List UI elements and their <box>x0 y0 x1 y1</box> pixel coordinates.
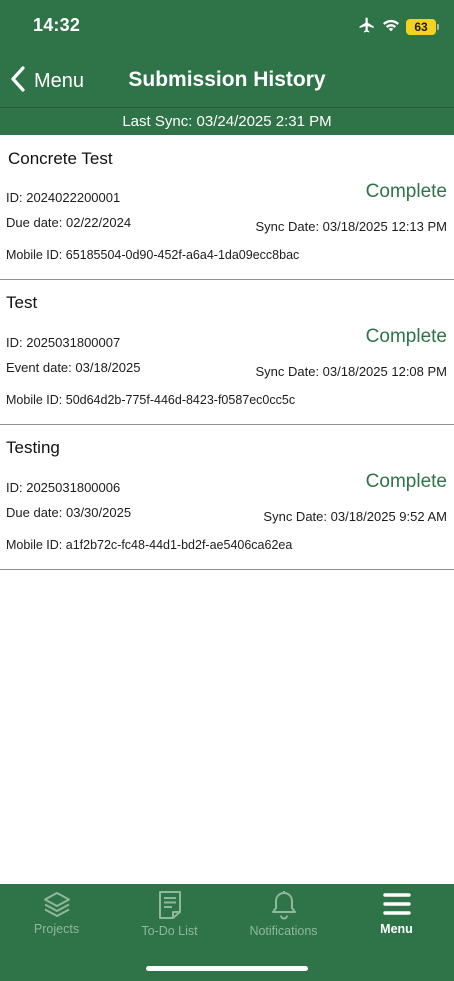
submission-item[interactable]: Test Complete ID: 2025031800007 Event da… <box>0 280 454 425</box>
submission-title: Testing <box>6 438 60 457</box>
back-label: Menu <box>34 70 85 92</box>
status-label: Complete <box>365 471 447 492</box>
submission-date: Event date: 03/18/2025 <box>6 360 141 375</box>
tab-menu[interactable]: Menu <box>340 890 453 948</box>
battery-icon: 63 <box>406 19 439 35</box>
status-bar: 14:32 63 <box>0 0 454 54</box>
submission-title: Concrete Test <box>8 149 113 168</box>
submission-date: Due date: 02/22/2024 <box>6 215 132 230</box>
tab-label: Projects <box>33 922 80 936</box>
hamburger-menu-icon <box>340 890 453 918</box>
status-label: Complete <box>365 326 447 347</box>
tab-label: To-Do List <box>141 924 198 938</box>
layers-icon <box>0 890 113 918</box>
app-header: 14:32 63 Submission History Menu Last Sy… <box>0 0 454 135</box>
status-label: Complete <box>365 181 447 202</box>
mobile-id: Mobile ID: 65185504-0d90-452f-a6a4-1da09… <box>6 248 300 262</box>
tab-label: Menu <box>380 922 413 936</box>
tab-to-do-list[interactable]: To-Do List <box>113 890 226 948</box>
mobile-id: Mobile ID: a1f2b72c-fc48-44d1-bd2f-ae540… <box>6 538 293 552</box>
tab-notifications[interactable]: Notifications <box>227 890 340 948</box>
status-icons: 63 <box>358 16 439 39</box>
back-button[interactable]: Menu <box>10 66 84 97</box>
chevron-left-icon <box>10 66 26 97</box>
last-sync-bar: Last Sync: 03/24/2025 2:31 PM <box>0 107 454 135</box>
tab-label: Notifications <box>249 924 318 938</box>
navigation-bar: Submission History Menu <box>0 54 454 106</box>
airplane-mode-icon <box>358 16 376 39</box>
bell-icon <box>227 890 340 920</box>
wifi-icon <box>382 18 400 37</box>
mobile-id: Mobile ID: 50d64d2b-775f-446d-8423-f0587… <box>6 393 296 407</box>
submission-id: ID: 2024022200001 <box>6 190 121 205</box>
submission-id: ID: 2025031800006 <box>6 480 121 495</box>
tab-projects[interactable]: Projects <box>0 890 113 948</box>
battery-level: 63 <box>414 20 428 34</box>
home-indicator <box>146 966 308 971</box>
submission-date: Due date: 03/30/2025 <box>6 505 132 520</box>
submission-list: Concrete Test Complete ID: 2024022200001… <box>0 135 454 570</box>
checklist-document-icon <box>113 890 226 920</box>
submission-item[interactable]: Testing Complete ID: 2025031800006 Due d… <box>0 425 454 570</box>
sync-date: Sync Date: 03/18/2025 12:08 PM <box>255 364 447 379</box>
submission-item[interactable]: Concrete Test Complete ID: 2024022200001… <box>0 135 454 280</box>
sync-date: Sync Date: 03/18/2025 12:13 PM <box>255 219 447 234</box>
submission-id: ID: 2025031800007 <box>6 335 121 350</box>
sync-date: Sync Date: 03/18/2025 9:52 AM <box>263 509 447 524</box>
submission-title: Test <box>6 293 38 312</box>
status-time: 14:32 <box>33 15 81 35</box>
